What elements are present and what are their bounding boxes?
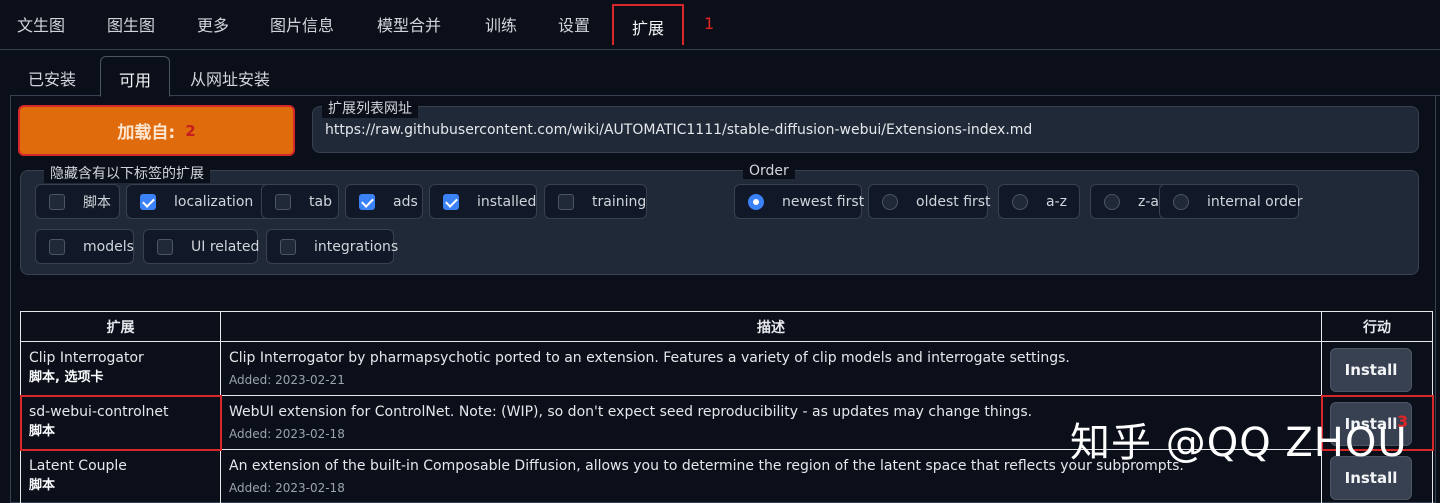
tag-label: 脚本 (83, 194, 111, 211)
order-radio-oldest-first[interactable]: oldest first (868, 184, 991, 219)
table-row: Clip Interrogator 脚本, 选项卡 Clip Interroga… (20, 341, 1433, 396)
order-label-heading: Order (743, 163, 795, 179)
checkbox-checked-icon (359, 193, 375, 210)
sub-tab-bar: 已安装 可用 从网址安装 (10, 56, 1440, 97)
extension-added-date: Added: 2023-02-21 (229, 373, 345, 387)
tab-txt2img[interactable]: 文生图 (17, 12, 65, 36)
order-radio-a-z[interactable]: a-z (998, 184, 1080, 219)
extension-name[interactable]: Clip Interrogator (29, 348, 212, 368)
tag-label: tab (309, 193, 332, 210)
extension-tags: 脚本 (29, 424, 56, 439)
checkbox-icon (275, 193, 291, 210)
tab-install-from-url[interactable]: 从网址安装 (190, 66, 270, 90)
tab-settings[interactable]: 设置 (558, 12, 590, 36)
tag-checkbox-installed[interactable]: installed (429, 184, 537, 219)
tag-label: installed (477, 193, 537, 210)
extension-cell: Latent Couple 脚本 (20, 449, 221, 503)
tab-extensions[interactable]: 扩展 (612, 4, 685, 45)
extensions-table: 扩展 描述 行动 Clip Interrogator 脚本, 选项卡 Clip … (19, 311, 1434, 503)
tag-checkbox-script[interactable]: 脚本 (35, 184, 120, 219)
annotation-number-1: 1 (704, 14, 715, 33)
checkbox-icon (157, 238, 173, 255)
checkbox-checked-icon (140, 193, 156, 210)
action-cell: Install (1321, 341, 1433, 396)
order-radio-newest-first[interactable]: newest first (734, 184, 865, 219)
filter-panel: 脚本 localization tab ads installed traini… (20, 170, 1419, 275)
tag-checkbox-models[interactable]: models (35, 229, 134, 264)
tab-available[interactable]: 可用 (100, 56, 171, 97)
extension-name[interactable]: sd-webui-controlnet (29, 402, 212, 422)
table-header-row: 扩展 描述 行动 (20, 311, 1433, 342)
annotation-number-2: 2 (185, 121, 196, 140)
tag-checkbox-ads[interactable]: ads (345, 184, 423, 219)
extension-cell: Clip Interrogator 脚本, 选项卡 (20, 341, 221, 396)
tag-checkbox-training[interactable]: training (544, 184, 647, 219)
tag-label: UI related (191, 238, 260, 255)
tag-label: ads (393, 193, 418, 210)
extension-index-url-input[interactable]: https://raw.githubusercontent.com/wiki/A… (312, 106, 1419, 153)
extension-index-url-label: 扩展列表网址 (322, 98, 418, 118)
extension-tags: 脚本, 选项卡 (29, 370, 104, 385)
tag-label: localization (174, 193, 254, 210)
install-button[interactable]: Install (1330, 348, 1412, 392)
tag-label: models (83, 238, 134, 255)
order-label: a-z (1046, 193, 1067, 210)
column-header-description: 描述 (220, 311, 1322, 342)
tag-label: integrations (314, 238, 399, 255)
checkbox-checked-icon (443, 193, 459, 210)
tag-label: training (592, 193, 647, 210)
extension-added-date: Added: 2023-02-18 (229, 481, 345, 495)
radio-icon (1012, 193, 1028, 210)
tag-checkbox-localization[interactable]: localization (126, 184, 271, 219)
column-header-extension: 扩展 (20, 311, 221, 342)
load-from-label: 加载自: (117, 123, 176, 143)
radio-icon (882, 193, 898, 210)
load-from-button[interactable]: 加载自: 2 (18, 105, 295, 156)
radio-selected-icon (748, 193, 764, 210)
order-radio-z-a[interactable]: z-a (1090, 184, 1169, 219)
tab-checkpoint-merger[interactable]: 模型合并 (377, 12, 441, 36)
order-label: z-a (1138, 193, 1159, 210)
top-tab-bar: 文生图 图生图 更多 图片信息 模型合并 训练 设置 扩展 1 (0, 0, 1440, 50)
watermark-text: 知乎 @QQ ZHOU (1070, 420, 1408, 466)
tag-checkbox-ui-related[interactable]: UI related (143, 229, 260, 264)
checkbox-icon (49, 238, 65, 255)
extension-description: Clip Interrogator by pharmapsychotic por… (229, 350, 1070, 366)
tab-png-info[interactable]: 图片信息 (270, 12, 334, 36)
tag-checkbox-tab[interactable]: tab (261, 184, 339, 219)
tag-checkbox-integrations[interactable]: integrations (266, 229, 398, 264)
checkbox-icon (558, 193, 574, 210)
tab-img2img[interactable]: 图生图 (107, 12, 155, 36)
tab-train[interactable]: 训练 (485, 12, 517, 36)
extension-name[interactable]: Latent Couple (29, 456, 212, 476)
checkbox-icon (280, 238, 296, 255)
order-label: internal order (1207, 193, 1303, 210)
tab-extras[interactable]: 更多 (197, 12, 229, 36)
tab-installed[interactable]: 已安装 (28, 66, 76, 90)
order-label: oldest first (916, 193, 991, 210)
order-label: newest first (782, 193, 865, 210)
hide-tags-label: 隐藏含有以下标签的扩展 (44, 163, 210, 183)
radio-icon (1104, 193, 1120, 210)
column-header-action: 行动 (1321, 311, 1433, 342)
order-radio-internal-order[interactable]: internal order (1159, 184, 1303, 219)
radio-icon (1173, 193, 1189, 210)
extension-cell: sd-webui-controlnet 脚本 (19, 394, 222, 451)
description-cell: Clip Interrogator by pharmapsychotic por… (220, 341, 1322, 396)
extension-tags: 脚本 (29, 478, 56, 493)
checkbox-icon (49, 193, 65, 210)
